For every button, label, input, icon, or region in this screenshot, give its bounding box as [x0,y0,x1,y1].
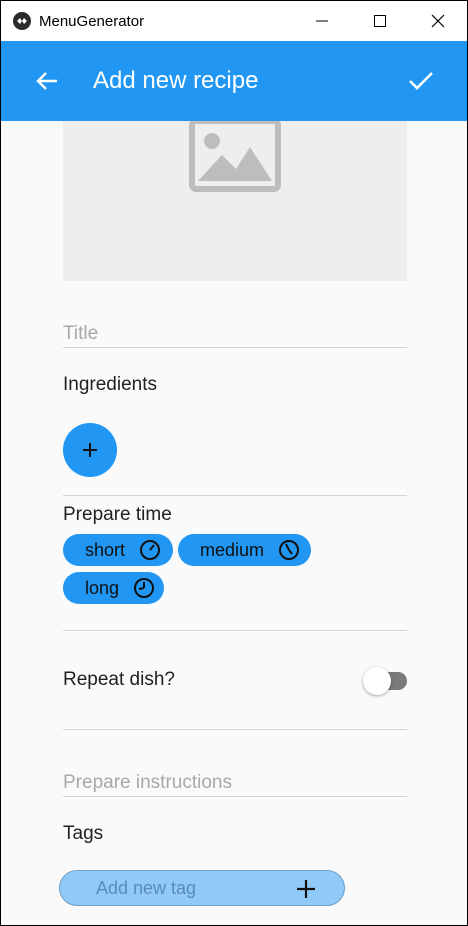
page-title: Add new recipe [93,67,259,94]
minimize-icon [316,20,328,22]
check-icon [409,72,433,90]
clock-long-icon [133,577,155,599]
recipe-image[interactable] [63,121,407,281]
divider [63,729,407,730]
divider [63,495,407,496]
tag-input-placeholder: Add new tag [96,877,197,898]
toggle-thumb [363,667,391,695]
arrow-left-icon [36,72,57,90]
maximize-icon [374,15,386,27]
app-bar: Add new recipe [1,41,467,121]
chip-medium[interactable]: medium [178,534,311,566]
chip-label: long [85,577,120,598]
close-icon [431,14,445,28]
back-button[interactable] [29,65,65,97]
tags-label: Tags [63,823,104,844]
title-field[interactable]: Title [63,323,407,348]
ingredients-label: Ingredients [63,374,158,395]
save-button[interactable] [403,63,439,99]
plus-icon [297,880,315,898]
divider [63,630,407,631]
add-tag-button[interactable] [294,877,318,901]
repeat-dish-label: Repeat dish? [63,669,175,690]
maximize-button[interactable] [351,1,409,41]
chip-long[interactable]: long [63,572,164,604]
close-button[interactable] [409,1,467,41]
repeat-dish-toggle[interactable] [363,667,409,695]
add-ingredient-button[interactable] [63,423,117,477]
clock-medium-icon [278,539,300,561]
clock-short-icon [139,539,161,561]
minimize-button[interactable] [293,1,351,41]
app-logo-icon [13,12,31,30]
instructions-field[interactable]: Prepare instructions [63,772,407,797]
window-controls [293,1,467,41]
window-title: MenuGenerator [39,12,145,30]
image-placeholder-icon [189,121,281,192]
window-titlebar: MenuGenerator [1,1,467,41]
plus-icon [83,443,97,457]
chip-label: medium [200,539,265,560]
app-window: MenuGenerator Add new recipe Title Ingre… [0,0,468,926]
chip-label: short [85,539,126,560]
chip-short[interactable]: short [63,534,173,566]
add-tag-input[interactable]: Add new tag [59,870,345,906]
prepare-time-label: Prepare time [63,504,172,525]
